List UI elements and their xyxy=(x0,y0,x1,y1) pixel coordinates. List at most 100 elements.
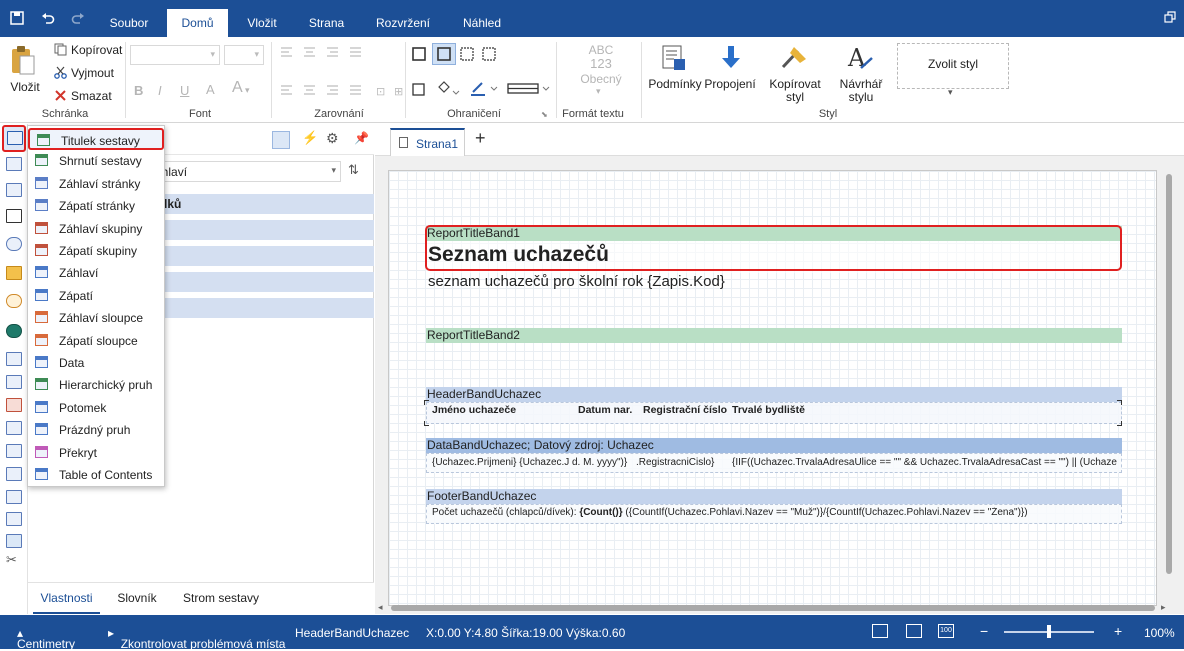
gauge-tool-icon[interactable] xyxy=(6,294,22,308)
shape-tool-icon[interactable] xyxy=(6,237,22,251)
text-format-dropdown-icon[interactable]: ▾ xyxy=(596,85,601,98)
tab-properties[interactable]: Vlastnosti xyxy=(33,585,100,614)
style-designer-button[interactable]: Návrhář stylu xyxy=(836,78,886,104)
menu-item-page-header[interactable]: Záhlaví stránky xyxy=(28,173,164,195)
redo-icon[interactable] xyxy=(70,11,86,27)
selection-handle[interactable] xyxy=(424,421,429,426)
paste-icon[interactable] xyxy=(10,45,36,78)
settings-gear-icon[interactable]: ⚙ xyxy=(326,130,339,147)
component-select[interactable]: áhlaví ▾ xyxy=(148,161,341,182)
footer-band-header[interactable]: FooterBandUchazec xyxy=(426,489,1122,504)
tab-dictionary[interactable]: Slovník xyxy=(108,585,166,614)
menu-item-child-band[interactable]: Potomek xyxy=(28,397,164,419)
menu-item-page-footer[interactable]: Zápatí stránky xyxy=(28,195,164,217)
border-inner-icon[interactable] xyxy=(460,47,500,64)
border-shadow-icon[interactable] xyxy=(412,83,426,100)
tab-page1[interactable]: Strana1 xyxy=(390,128,465,156)
picture-tool-icon[interactable] xyxy=(6,534,22,548)
menu-item-data[interactable]: Data xyxy=(28,352,164,374)
header-col-name[interactable]: Jméno uchazeče xyxy=(432,404,516,416)
rich-text-tool-icon[interactable] xyxy=(6,375,22,389)
header-col-regnum[interactable]: Registrační číslo xyxy=(643,404,727,416)
check-issues-button[interactable]: ▸ Zkontrolovat problémová místa xyxy=(108,626,285,651)
copy-button[interactable]: Kopírovat xyxy=(71,44,122,57)
vertical-scrollbar[interactable] xyxy=(1161,158,1175,618)
panel-tool-icon[interactable] xyxy=(6,183,22,197)
menu-item-group-footer[interactable]: Zápatí skupiny xyxy=(28,240,164,262)
tab-preview[interactable]: Náhled xyxy=(452,0,512,37)
menu-item-toc[interactable]: Table of Contents xyxy=(28,464,164,486)
selection-handle[interactable] xyxy=(1117,400,1122,405)
conditions-button[interactable]: Podmínky xyxy=(648,78,702,91)
header-band-header[interactable]: HeaderBandUchazec xyxy=(426,387,1122,402)
copy-style-button[interactable]: Kopírovat styl xyxy=(760,78,830,104)
actual-size-icon[interactable]: 100 xyxy=(938,624,954,638)
border-color-icon[interactable] xyxy=(470,81,500,100)
sort-icon[interactable]: ⇅ xyxy=(348,162,359,178)
italic-icon[interactable]: I xyxy=(158,84,162,97)
underline-icon[interactable]: U xyxy=(180,84,189,97)
align-left-icon[interactable]: ⊡ ⊞ xyxy=(280,84,410,101)
paste-button[interactable]: Vložit xyxy=(6,81,44,94)
fit-whole-page-icon[interactable] xyxy=(906,624,922,638)
scroll-left-icon[interactable]: ◂ xyxy=(378,602,383,613)
image-tool-icon[interactable] xyxy=(6,398,22,412)
horizontal-scroll-thumb[interactable] xyxy=(391,605,1155,611)
menu-item-report-title[interactable]: Titulek sestavy xyxy=(28,128,164,150)
borders-dialog-launcher-icon[interactable]: ⬊ xyxy=(541,110,548,119)
report-title-band2-header[interactable]: ReportTitleBand2 xyxy=(426,328,1122,343)
barcode-tool-icon[interactable] xyxy=(6,209,22,223)
selection-handle[interactable] xyxy=(1117,421,1122,426)
tab-layout[interactable]: Rozvržení xyxy=(368,0,438,37)
save-icon[interactable] xyxy=(9,11,25,27)
border-all-icon[interactable] xyxy=(412,47,426,64)
text-format-value[interactable]: Obecný xyxy=(576,73,626,86)
border-none-button[interactable] xyxy=(432,43,456,65)
tab-file[interactable]: Soubor xyxy=(100,0,158,37)
data-col-regnum[interactable]: .RegistracniCislo} xyxy=(636,457,724,468)
menu-item-overlay[interactable]: Překryt xyxy=(28,442,164,464)
data-col-address[interactable]: {IIF((Uchazec.TrvalaAdresaUlice == "" &&… xyxy=(732,457,1122,468)
events-icon[interactable]: ⚡ xyxy=(302,130,318,146)
scroll-right-icon[interactable]: ▸ xyxy=(1161,602,1166,613)
header-col-address[interactable]: Trvalé bydliště xyxy=(732,404,805,416)
horizontal-scrollbar[interactable]: ◂ ▸ xyxy=(376,602,1170,614)
menu-item-footer[interactable]: Zápatí xyxy=(28,285,164,307)
menu-item-group-header[interactable]: Záhlaví skupiny xyxy=(28,218,164,240)
data-col-birthdate[interactable]: d. M. yyyy")} xyxy=(572,457,634,468)
delete-button[interactable]: Smazat xyxy=(71,90,112,103)
menu-item-column-footer[interactable]: Zápatí sloupce xyxy=(28,330,164,352)
cross-band-tool-icon[interactable] xyxy=(6,157,22,171)
zoom-in-button[interactable]: + xyxy=(1114,623,1122,639)
crosstab-tool-icon[interactable] xyxy=(6,490,22,504)
selection-handle[interactable] xyxy=(424,400,429,405)
font-size-select[interactable]: ▾ xyxy=(224,45,264,65)
align-top-icon[interactable] xyxy=(280,46,370,63)
tools-icon[interactable]: ✂ xyxy=(6,552,17,568)
menu-item-header[interactable]: Záhlaví xyxy=(28,262,164,284)
cut-button[interactable]: Vyjmout xyxy=(71,67,114,80)
data-band-header[interactable]: DataBandUchazec; Datový zdroj: Uchazec xyxy=(426,438,1122,453)
choose-style-dropdown-icon[interactable]: ▾ xyxy=(948,86,953,99)
header-col-birthdate[interactable]: Datum nar. xyxy=(578,404,632,416)
table-tool-icon[interactable] xyxy=(6,467,22,481)
report-subtitle-text[interactable]: seznam uchazečů pro školní rok {Zapis.Ko… xyxy=(428,273,725,290)
tab-report-tree[interactable]: Strom sestavy xyxy=(176,585,266,614)
fill-color-icon[interactable] xyxy=(436,81,462,100)
font-grow-icon[interactable]: A xyxy=(232,80,243,96)
fit-page-width-icon[interactable] xyxy=(872,624,888,638)
menu-item-hierarchical-band[interactable]: Hierarchický pruh xyxy=(28,374,164,396)
map-tool-icon[interactable] xyxy=(6,324,22,338)
font-color-icon[interactable]: A xyxy=(206,83,215,96)
tab-page[interactable]: Strana xyxy=(298,0,355,37)
tab-insert[interactable]: Vložit xyxy=(236,0,288,37)
zoom-out-button[interactable]: − xyxy=(980,623,988,639)
units-selector[interactable]: Centimetry ▴ xyxy=(17,626,75,651)
font-color-dropdown-icon[interactable]: ▾ xyxy=(245,84,250,97)
menu-item-empty-band[interactable]: Prázdný pruh xyxy=(28,419,164,441)
footer-count-text[interactable]: Počet uchazečů (chlapců/dívek): {Count()… xyxy=(432,507,1122,518)
joins-button[interactable]: Propojení xyxy=(704,78,756,91)
subreport-tool-icon[interactable] xyxy=(6,444,22,458)
zoom-slider-thumb[interactable] xyxy=(1047,625,1051,638)
tab-home[interactable]: Domů xyxy=(167,9,228,37)
